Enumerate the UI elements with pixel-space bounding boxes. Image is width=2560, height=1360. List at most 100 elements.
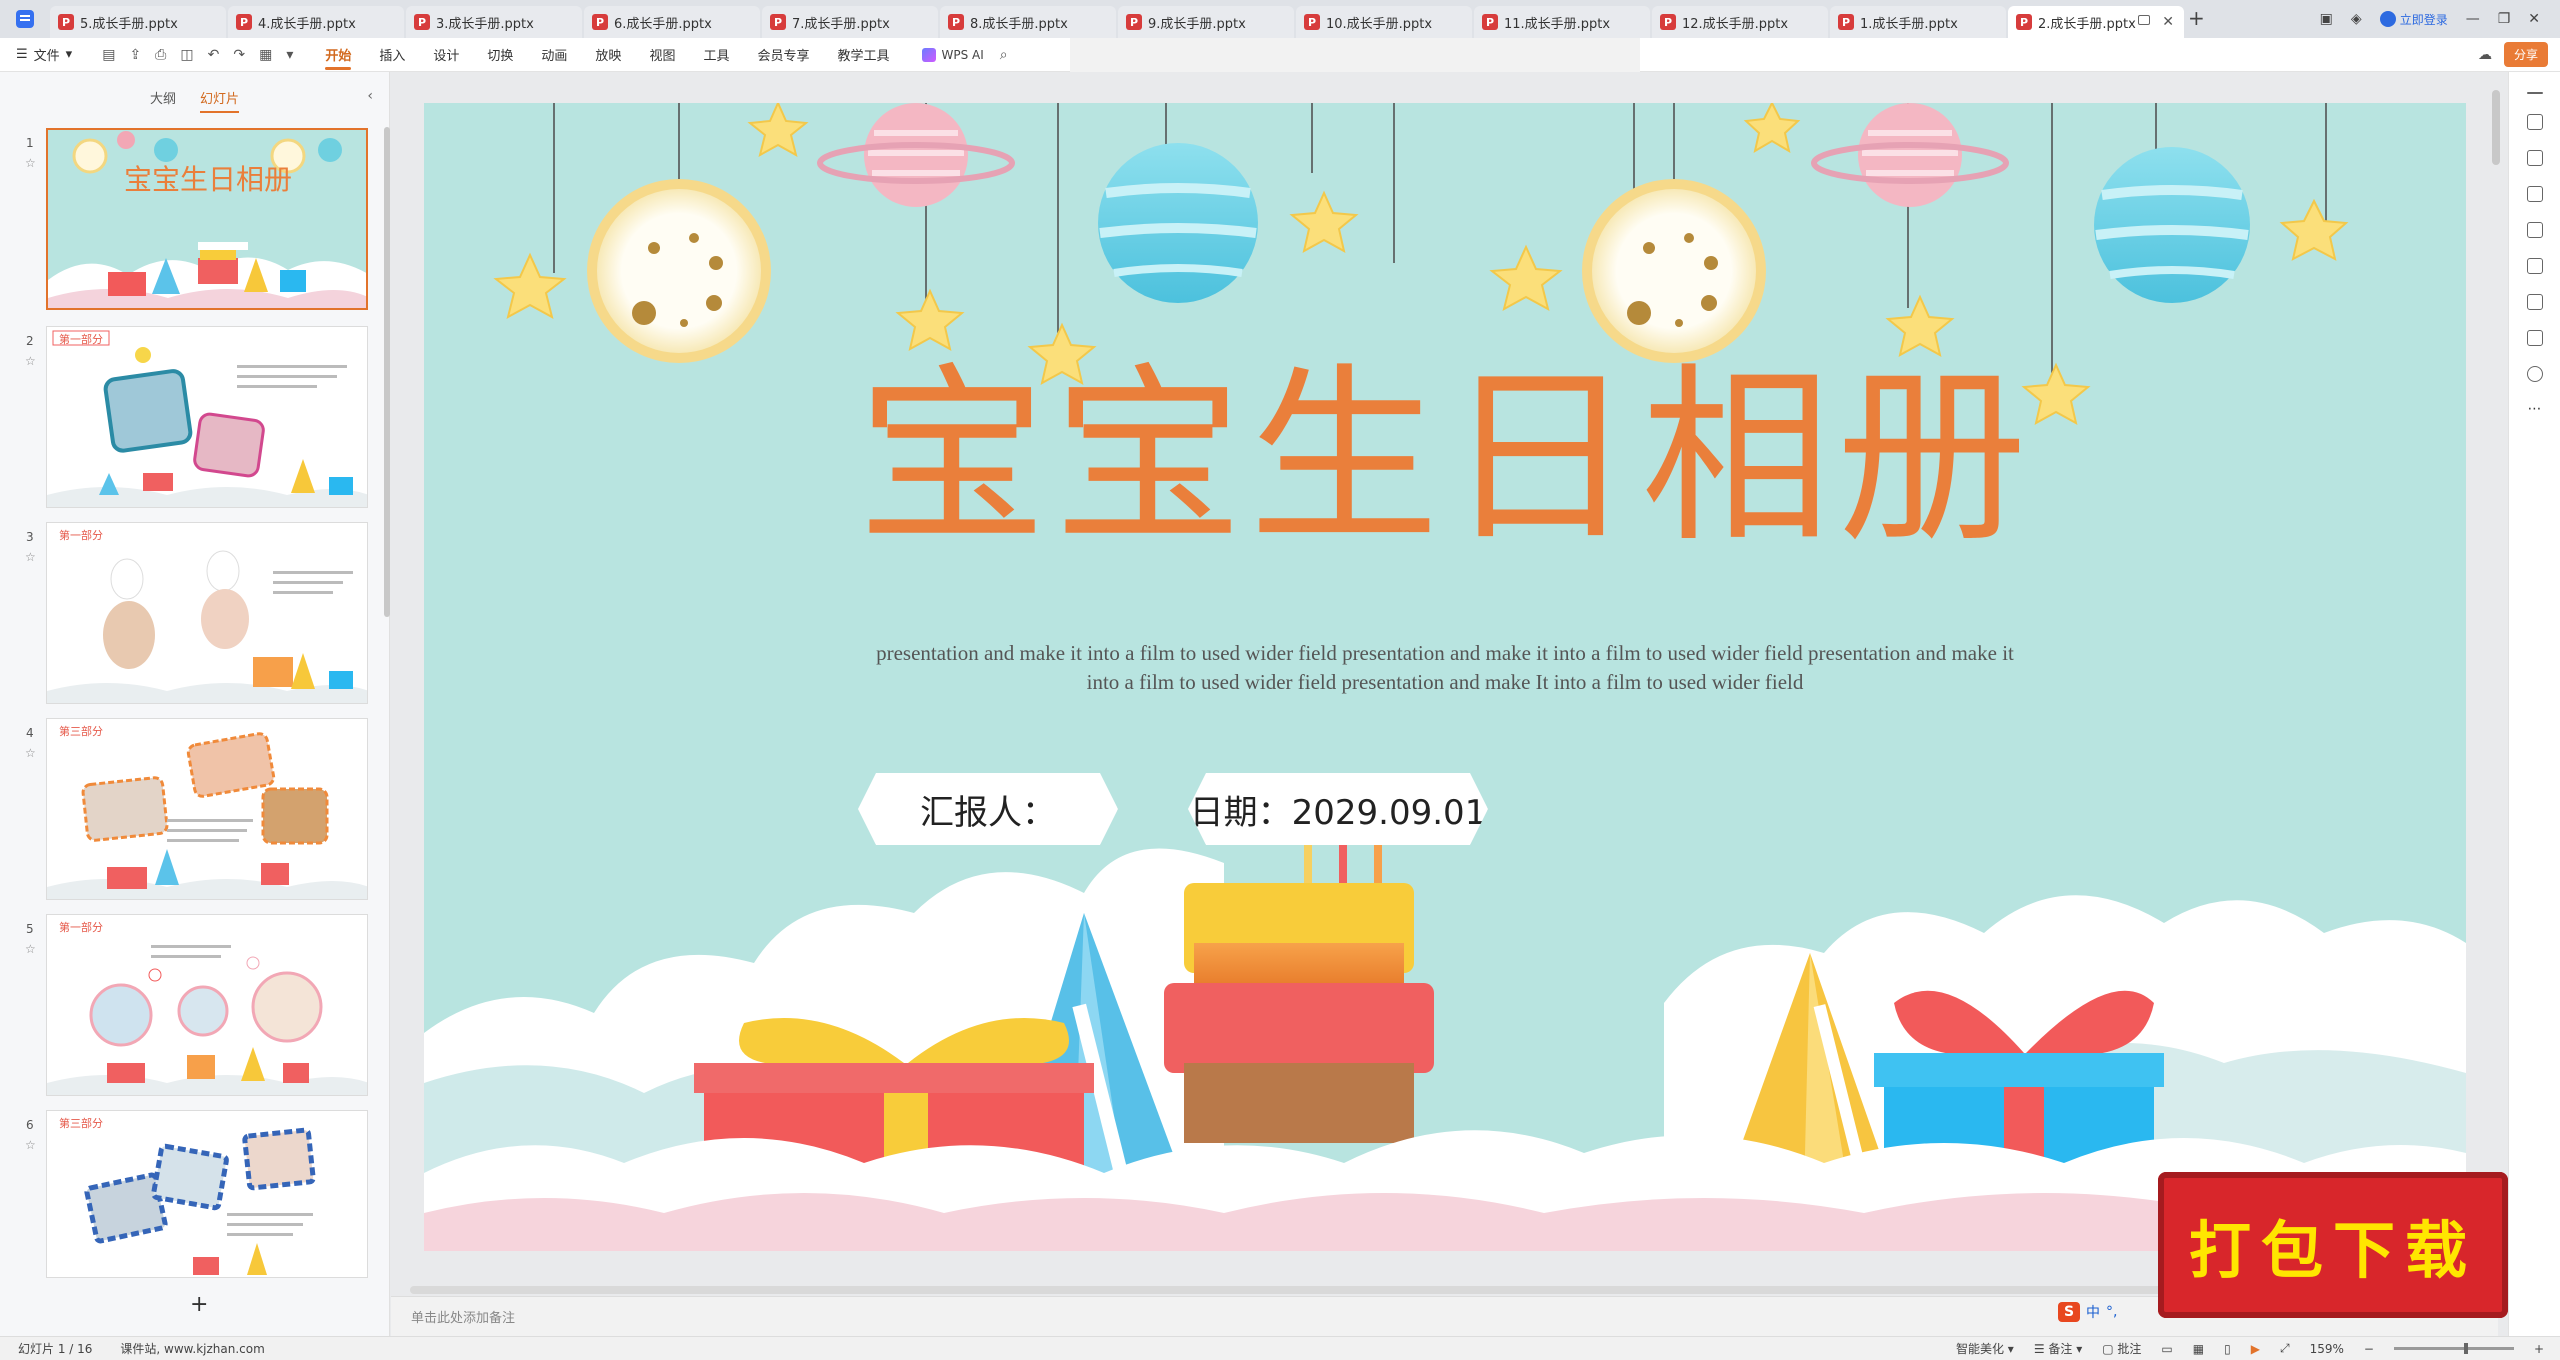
- zoom-in-icon[interactable]: +: [2534, 1342, 2544, 1356]
- thumbnail-section-label: 第三部分: [59, 1117, 103, 1130]
- close-window-icon[interactable]: ✕: [2528, 11, 2540, 27]
- close-tab-icon[interactable]: ✕: [2162, 14, 2174, 30]
- star-icon[interactable]: ☆: [25, 354, 36, 368]
- slide-thumbnail[interactable]: 第三部分: [46, 718, 368, 900]
- comments-button[interactable]: ▢ 批注: [2102, 1340, 2141, 1357]
- undo-icon[interactable]: ↶: [208, 47, 220, 63]
- slide-thumbnail-row[interactable]: 3 ☆ 第一部分: [0, 522, 380, 706]
- doc-tab-active[interactable]: P 2.成长手册.pptx ✕: [2008, 6, 2184, 38]
- ribbon-tab-animation[interactable]: 动画: [527, 38, 581, 72]
- redo-icon[interactable]: ↷: [233, 47, 245, 63]
- zoom-level[interactable]: 159%: [2310, 1342, 2344, 1356]
- star-icon[interactable]: [2526, 150, 2543, 166]
- export-icon[interactable]: ⇪: [129, 47, 141, 63]
- copy-icon[interactable]: [2526, 186, 2543, 202]
- smart-beautify-button[interactable]: 智能美化 ▾: [1956, 1340, 2014, 1357]
- ribbon-tab-member[interactable]: 会员专享: [743, 38, 823, 72]
- ribbon-tab-transition[interactable]: 切换: [473, 38, 527, 72]
- magic-icon[interactable]: [2526, 258, 2543, 274]
- tab-outline[interactable]: 大纲: [150, 88, 176, 107]
- preview-icon[interactable]: ◫: [180, 47, 193, 63]
- doc-tab[interactable]: P 3.成长手册.pptx: [406, 6, 582, 38]
- fit-window-icon[interactable]: ⤢: [2280, 1341, 2290, 1356]
- more-chevron-icon[interactable]: ▾: [286, 47, 293, 63]
- play-slideshow-icon[interactable]: ▶: [2251, 1342, 2260, 1356]
- slide-thumbnail[interactable]: 第一部分: [46, 326, 368, 508]
- doc-tab[interactable]: P 6.成长手册.pptx: [584, 6, 760, 38]
- doc-tab[interactable]: P 9.成长手册.pptx: [1118, 6, 1294, 38]
- book-icon[interactable]: [2526, 294, 2543, 310]
- doc-tab[interactable]: P 4.成长手册.pptx: [228, 6, 404, 38]
- ribbon-tab-home[interactable]: 开始: [311, 38, 365, 72]
- file-menu[interactable]: ☰ 文件 ▾: [16, 45, 72, 64]
- panel-scrollbar[interactable]: [384, 127, 390, 617]
- login-button[interactable]: 立即登录: [2379, 11, 2448, 28]
- monitor-icon[interactable]: [2138, 15, 2150, 25]
- restore-icon[interactable]: ❐: [2498, 11, 2511, 27]
- slide-title[interactable]: 宝宝生日相册: [424, 363, 2466, 553]
- ribbon-tab-insert[interactable]: 插入: [365, 38, 419, 72]
- settings-icon[interactable]: [2526, 114, 2543, 130]
- download-promo-badge[interactable]: 打包下载: [2158, 1172, 2508, 1318]
- star-icon[interactable]: ☆: [25, 550, 36, 564]
- cloud-icon[interactable]: ☁: [2478, 47, 2492, 63]
- slide-thumbnail-row[interactable]: 2 ☆ 第一部分: [0, 326, 380, 510]
- slide-thumbnail[interactable]: 第一部分: [46, 522, 368, 704]
- ime-indicator[interactable]: S 中 °,: [2058, 1300, 2117, 1324]
- ribbon-tab-teaching[interactable]: 教学工具: [823, 38, 903, 72]
- edit-icon[interactable]: [2526, 330, 2543, 346]
- app-menu-button[interactable]: [0, 0, 50, 38]
- ribbon-tab-tools[interactable]: 工具: [689, 38, 743, 72]
- doc-tab[interactable]: P 8.成长手册.pptx: [940, 6, 1116, 38]
- slide-thumbnail[interactable]: 第一部分: [46, 914, 368, 1096]
- ribbon-tab-slideshow[interactable]: 放映: [581, 38, 635, 72]
- save-icon[interactable]: ▤: [102, 47, 115, 63]
- ribbon-tab-design[interactable]: 设计: [419, 38, 473, 72]
- slide-1[interactable]: 宝宝生日相册 presentation and make it into a f…: [424, 103, 2466, 1251]
- doc-tab[interactable]: P 7.成长手册.pptx: [762, 6, 938, 38]
- zoom-out-icon[interactable]: −: [2364, 1342, 2374, 1356]
- layout-icon[interactable]: ▣: [2320, 11, 2333, 27]
- canvas-horizontal-scrollbar[interactable]: [410, 1286, 2230, 1294]
- slide-thumbnail-row[interactable]: 4 ☆ 第三部分: [0, 718, 380, 902]
- minimize-icon[interactable]: —: [2466, 11, 2480, 27]
- star-icon[interactable]: ☆: [25, 942, 36, 956]
- doc-tab[interactable]: P 11.成长手册.pptx: [1474, 6, 1650, 38]
- cube-icon[interactable]: ◈: [2351, 11, 2362, 27]
- sorter-view-icon[interactable]: ▦: [2193, 1342, 2204, 1356]
- canvas-vertical-scrollbar[interactable]: [2492, 90, 2500, 165]
- ribbon-tab-view[interactable]: 视图: [635, 38, 689, 72]
- share-button[interactable]: 分享: [2503, 42, 2548, 67]
- format-painter-icon[interactable]: ▦: [259, 47, 272, 63]
- normal-view-icon[interactable]: ▭: [2161, 1342, 2172, 1356]
- print-icon[interactable]: ⎙: [155, 47, 166, 63]
- zoom-slider[interactable]: [2393, 1343, 2514, 1354]
- slide-thumbnail-row[interactable]: 5 ☆ 第一部分: [0, 914, 380, 1098]
- star-icon[interactable]: ☆: [25, 1138, 36, 1152]
- notes-toggle-button[interactable]: ☰ 备注 ▾: [2034, 1340, 2082, 1357]
- minimize-panel-icon[interactable]: [2526, 92, 2543, 94]
- star-icon[interactable]: ☆: [25, 746, 36, 760]
- new-tab-button[interactable]: +: [2188, 6, 2205, 30]
- more-icon[interactable]: ⋯: [2527, 402, 2543, 418]
- search-icon[interactable]: ⌕: [1000, 47, 1008, 63]
- slide-thumbnail[interactable]: 第三部分: [46, 1110, 368, 1278]
- theme-icon[interactable]: [2526, 222, 2543, 238]
- doc-tab[interactable]: P 12.成长手册.pptx: [1652, 6, 1828, 38]
- slide-thumbnail-row[interactable]: 1 ☆ 宝宝生日相册: [0, 128, 380, 312]
- date-box[interactable]: 日期：2029.09.01: [1188, 773, 1488, 845]
- doc-tab[interactable]: P 5.成长手册.pptx: [50, 6, 226, 38]
- doc-tab[interactable]: P 10.成长手册.pptx: [1296, 6, 1472, 38]
- reporter-box[interactable]: 汇报人：: [858, 773, 1118, 845]
- slide-thumbnail[interactable]: 宝宝生日相册: [46, 128, 368, 310]
- slide-subtitle[interactable]: presentation and make it into a film to …: [804, 639, 2086, 697]
- wps-ai-button[interactable]: WPS AI: [921, 47, 984, 62]
- reading-view-icon[interactable]: ▯: [2224, 1342, 2231, 1356]
- help-icon[interactable]: [2526, 366, 2543, 382]
- collapse-panel-icon[interactable]: ‹: [367, 88, 373, 104]
- star-icon[interactable]: ☆: [25, 156, 36, 170]
- tab-slides[interactable]: 幻灯片: [200, 88, 240, 113]
- doc-tab[interactable]: P 1.成长手册.pptx: [1830, 6, 2006, 38]
- add-slide-button[interactable]: +: [190, 1292, 208, 1317]
- slide-thumbnail-row[interactable]: 6 ☆ 第三部分: [0, 1110, 380, 1280]
